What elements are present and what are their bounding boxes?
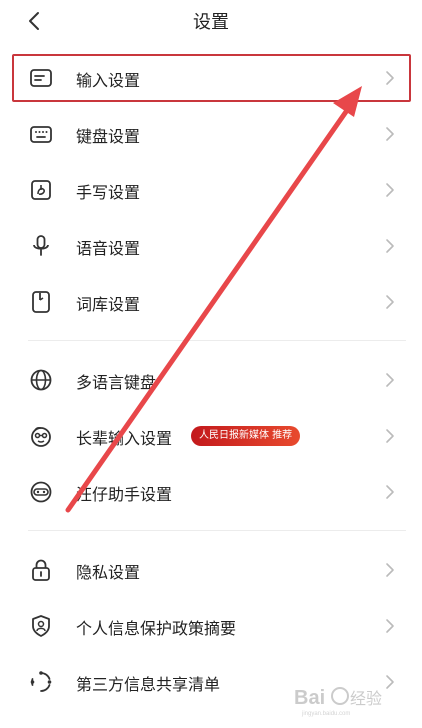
share-cycle-icon bbox=[28, 669, 54, 695]
elder-face-icon bbox=[28, 423, 54, 449]
chevron-right-icon bbox=[384, 293, 396, 311]
row-privacy-policy-summary[interactable]: 个人信息保护政策摘要 bbox=[0, 598, 422, 654]
chevron-right-icon bbox=[384, 371, 396, 389]
baidu-watermark-logo: Bai 经验 jingyan.baidu.com bbox=[292, 678, 402, 718]
row-keyboard-settings[interactable]: 键盘设置 bbox=[0, 106, 422, 162]
shield-person-icon bbox=[28, 613, 54, 639]
svg-text:经验: 经验 bbox=[350, 690, 382, 708]
chevron-right-icon bbox=[384, 483, 396, 501]
row-voice-settings[interactable]: 语音设置 bbox=[0, 218, 422, 274]
row-handwriting-settings[interactable]: 手写设置 bbox=[0, 162, 422, 218]
row-elder-input-settings[interactable]: 长辈输入设置 人民日报新媒体 推荐 bbox=[0, 408, 422, 464]
row-label: 手写设置 bbox=[76, 183, 141, 202]
lock-icon bbox=[28, 557, 54, 583]
globe-icon bbox=[28, 367, 54, 393]
page-title: 设置 bbox=[193, 12, 229, 33]
highlight-box bbox=[12, 54, 411, 102]
chevron-right-icon bbox=[384, 617, 396, 635]
row-label: 多语言键盘 bbox=[76, 373, 157, 392]
row-label: 语音设置 bbox=[76, 239, 141, 258]
row-label: 个人信息保护政策摘要 bbox=[76, 619, 237, 638]
row-multilingual-keyboard[interactable]: 多语言键盘 bbox=[0, 352, 422, 408]
recommend-badge: 人民日报新媒体 推荐 bbox=[191, 426, 301, 446]
chevron-right-icon bbox=[384, 181, 396, 199]
header-bar: 设置 bbox=[0, 0, 422, 46]
section-divider bbox=[0, 520, 422, 542]
svg-text:jingyan.baidu.com: jingyan.baidu.com bbox=[301, 711, 350, 717]
chevron-right-icon bbox=[384, 427, 396, 445]
handwriting-icon bbox=[28, 177, 54, 203]
row-label: 第三方信息共享清单 bbox=[76, 675, 221, 694]
dictionary-icon bbox=[28, 289, 54, 315]
row-label: 隐私设置 bbox=[76, 563, 141, 582]
keyboard-icon bbox=[28, 121, 54, 147]
svg-text:Bai: Bai bbox=[294, 687, 325, 709]
assistant-mascot-icon bbox=[28, 479, 54, 505]
chevron-right-icon bbox=[384, 125, 396, 143]
row-dictionary-settings[interactable]: 词库设置 bbox=[0, 274, 422, 330]
row-label: 汪仔助手设置 bbox=[76, 485, 173, 504]
row-label: 词库设置 bbox=[76, 295, 141, 314]
row-label: 长辈输入设置 bbox=[76, 429, 173, 448]
microphone-icon bbox=[28, 233, 54, 259]
row-privacy-settings[interactable]: 隐私设置 bbox=[0, 542, 422, 598]
settings-list: 输入设置 键盘设置 手写设置 语音设置 词库设置 多语言键盘 长辈输入设置 人民… bbox=[0, 50, 422, 710]
section-divider bbox=[0, 330, 422, 352]
chevron-right-icon bbox=[384, 561, 396, 579]
chevron-right-icon bbox=[384, 237, 396, 255]
row-label: 键盘设置 bbox=[76, 127, 141, 146]
row-assistant-settings[interactable]: 汪仔助手设置 bbox=[0, 464, 422, 520]
